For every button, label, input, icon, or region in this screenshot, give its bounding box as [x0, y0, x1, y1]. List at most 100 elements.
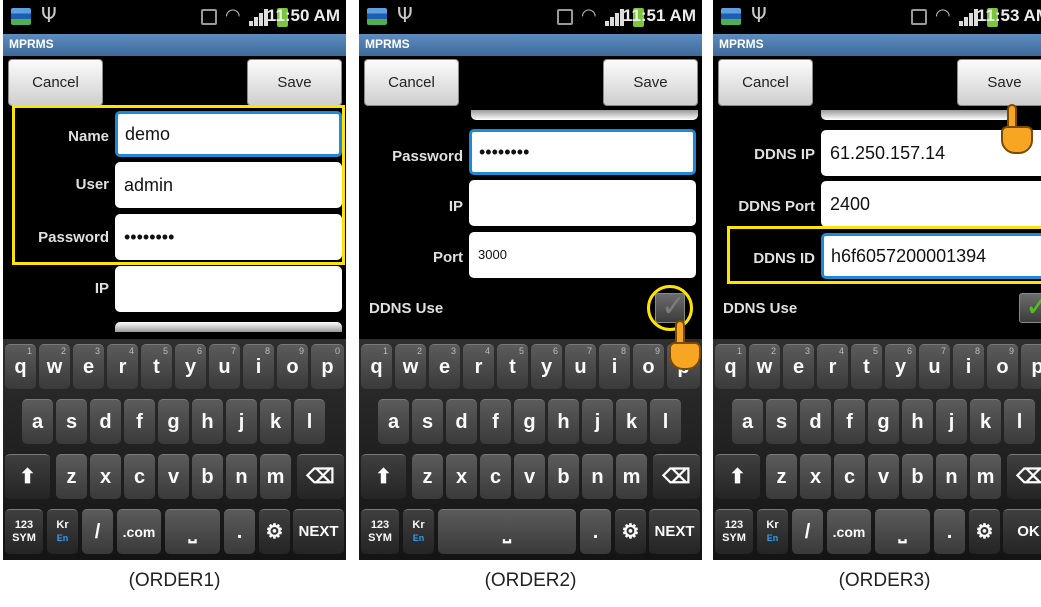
period-key[interactable]: .	[224, 509, 255, 554]
shift-key[interactable]: ⬆	[361, 454, 406, 499]
key-j[interactable]: j	[936, 399, 967, 444]
shift-key[interactable]: ⬆	[5, 454, 50, 499]
space-key[interactable]: ⎵	[165, 509, 220, 554]
key-z[interactable]: z	[766, 454, 797, 499]
settings-key[interactable]: ⚙	[969, 509, 1000, 554]
settings-key[interactable]: ⚙	[259, 509, 290, 554]
key-h[interactable]: h	[548, 399, 579, 444]
sym-key[interactable]: 123 SYM	[715, 509, 753, 554]
key-i[interactable]: 8i	[953, 344, 984, 389]
key-g[interactable]: g	[868, 399, 899, 444]
key-t[interactable]: 5t	[851, 344, 882, 389]
language-key[interactable]: Kr En	[47, 509, 78, 554]
key-z[interactable]: z	[412, 454, 443, 499]
key-a[interactable]: a	[22, 399, 53, 444]
key-l[interactable]: l	[1004, 399, 1035, 444]
key-g[interactable]: g	[514, 399, 545, 444]
key-b[interactable]: b	[548, 454, 579, 499]
key-y[interactable]: 6y	[531, 344, 562, 389]
key-b[interactable]: b	[192, 454, 223, 499]
key-e[interactable]: 3e	[429, 344, 460, 389]
key-z[interactable]: z	[56, 454, 87, 499]
key-h[interactable]: h	[902, 399, 933, 444]
key-g[interactable]: g	[158, 399, 189, 444]
key-y[interactable]: 6y	[175, 344, 206, 389]
key-e[interactable]: 3e	[783, 344, 814, 389]
key-c[interactable]: c	[480, 454, 511, 499]
dotcom-key[interactable]: .com	[827, 509, 871, 554]
key-m[interactable]: m	[260, 454, 291, 499]
key-v[interactable]: v	[868, 454, 899, 499]
key-v[interactable]: v	[514, 454, 545, 499]
key-t[interactable]: 5t	[141, 344, 172, 389]
name-field-partial[interactable]	[471, 110, 698, 120]
backspace-key[interactable]: ⌫	[297, 454, 344, 499]
dotcom-key[interactable]: .com	[117, 509, 161, 554]
save-button[interactable]: Save	[603, 59, 698, 106]
slash-key[interactable]: /	[792, 509, 823, 554]
backspace-key[interactable]: ⌫	[1007, 454, 1041, 499]
save-button[interactable]: Save	[957, 59, 1041, 106]
cancel-button[interactable]: Cancel	[364, 59, 459, 106]
key-f[interactable]: f	[124, 399, 155, 444]
key-e[interactable]: 3e	[73, 344, 104, 389]
field-partial[interactable]	[821, 110, 1011, 120]
key-w[interactable]: 2w	[39, 344, 70, 389]
key-t[interactable]: 5t	[497, 344, 528, 389]
key-d[interactable]: d	[90, 399, 121, 444]
next-key[interactable]: NEXT	[293, 509, 344, 554]
key-d[interactable]: d	[446, 399, 477, 444]
key-f[interactable]: f	[834, 399, 865, 444]
key-k[interactable]: k	[970, 399, 1001, 444]
key-x[interactable]: x	[800, 454, 831, 499]
key-m[interactable]: m	[616, 454, 647, 499]
key-r[interactable]: 4r	[107, 344, 138, 389]
key-l[interactable]: l	[650, 399, 681, 444]
key-o[interactable]: 9o	[277, 344, 308, 389]
sym-key[interactable]: 123 SYM	[5, 509, 43, 554]
key-v[interactable]: v	[158, 454, 189, 499]
space-key[interactable]: ⎵	[438, 509, 576, 554]
key-d[interactable]: d	[800, 399, 831, 444]
key-q[interactable]: 1q	[715, 344, 746, 389]
sym-key[interactable]: 123 SYM	[361, 509, 399, 554]
space-key[interactable]: ⎵	[875, 509, 930, 554]
port-field-partial[interactable]	[115, 322, 342, 332]
key-s[interactable]: s	[766, 399, 797, 444]
key-p[interactable]: 0p	[311, 344, 344, 389]
key-m[interactable]: m	[970, 454, 1001, 499]
ok-key[interactable]: OK	[1003, 509, 1041, 554]
cancel-button[interactable]: Cancel	[8, 59, 103, 106]
key-y[interactable]: 6y	[885, 344, 916, 389]
key-a[interactable]: a	[732, 399, 763, 444]
slash-key[interactable]: /	[82, 509, 113, 554]
key-j[interactable]: j	[226, 399, 257, 444]
cancel-button[interactable]: Cancel	[718, 59, 813, 106]
key-r[interactable]: 4r	[463, 344, 494, 389]
key-u[interactable]: 7u	[565, 344, 596, 389]
key-l[interactable]: l	[294, 399, 325, 444]
key-o[interactable]: 9o	[633, 344, 664, 389]
key-q[interactable]: 1q	[5, 344, 36, 389]
next-key[interactable]: NEXT	[649, 509, 700, 554]
backspace-key[interactable]: ⌫	[653, 454, 700, 499]
settings-key[interactable]: ⚙	[615, 509, 646, 554]
key-n[interactable]: n	[226, 454, 257, 499]
shift-key[interactable]: ⬆	[715, 454, 760, 499]
key-q[interactable]: 1q	[361, 344, 392, 389]
key-n[interactable]: n	[582, 454, 613, 499]
key-f[interactable]: f	[480, 399, 511, 444]
key-s[interactable]: s	[56, 399, 87, 444]
key-w[interactable]: 2w	[749, 344, 780, 389]
ddns-port-field[interactable]: 2400	[821, 181, 1041, 227]
key-j[interactable]: j	[582, 399, 613, 444]
key-u[interactable]: 7u	[209, 344, 240, 389]
key-u[interactable]: 7u	[919, 344, 950, 389]
key-s[interactable]: s	[412, 399, 443, 444]
language-key[interactable]: Kr En	[757, 509, 788, 554]
key-i[interactable]: 8i	[243, 344, 274, 389]
password-field[interactable]: ••••••••	[469, 129, 696, 175]
key-c[interactable]: c	[124, 454, 155, 499]
checkbox-icon[interactable]: ✓	[1019, 292, 1041, 323]
key-p[interactable]: 0p	[1021, 344, 1041, 389]
